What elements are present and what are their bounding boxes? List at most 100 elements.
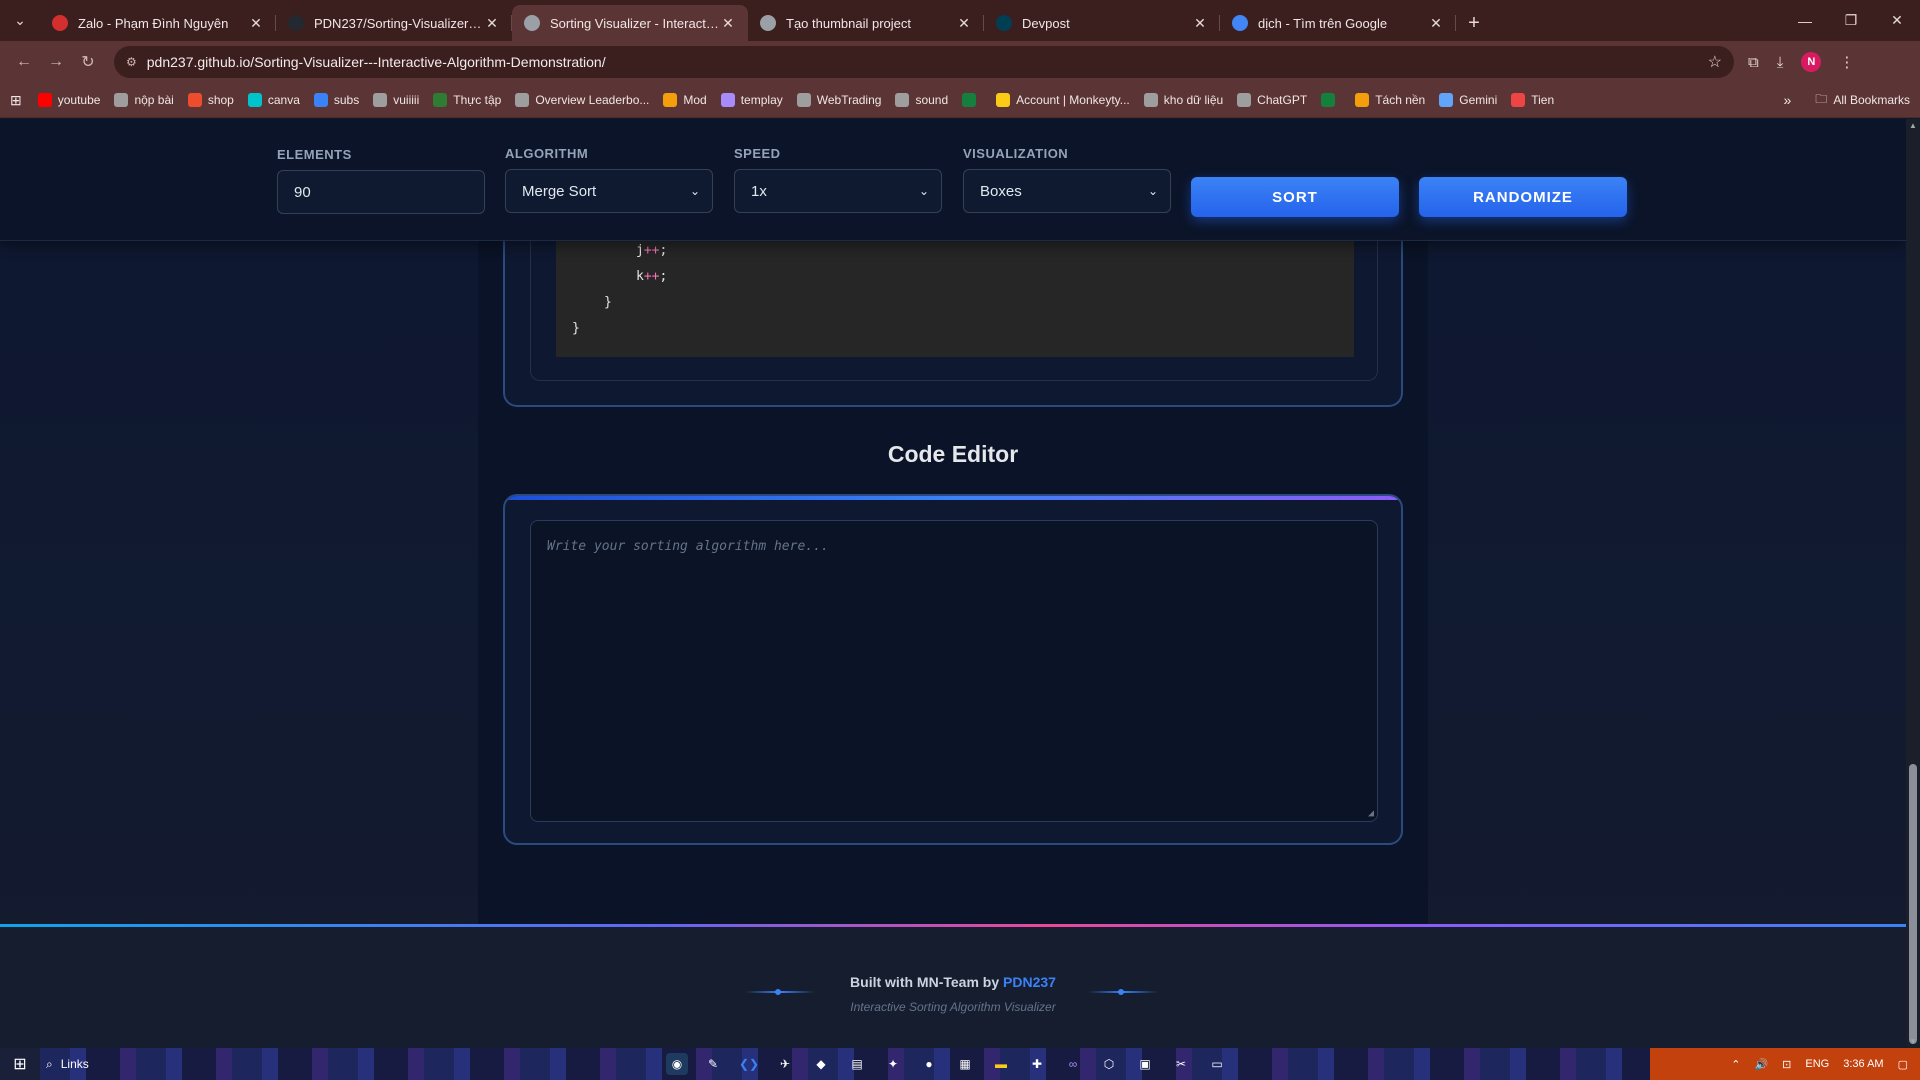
- bookmark-item[interactable]: WebTrading: [796, 93, 881, 107]
- browser-tab[interactable]: PDN237/Sorting-Visualizer---In ✕: [276, 5, 512, 41]
- browser-tab[interactable]: Sorting Visualizer - Interactive A ✕: [512, 5, 748, 41]
- author-link[interactable]: PDN237: [1003, 974, 1056, 990]
- clock[interactable]: 3:36 AM: [1843, 1058, 1883, 1070]
- store-icon[interactable]: ▦: [954, 1053, 976, 1075]
- bookmark-item[interactable]: shop: [187, 93, 234, 107]
- back-icon[interactable]: ←: [8, 46, 40, 78]
- app-icon[interactable]: ✂: [1170, 1053, 1192, 1075]
- extensions-icon[interactable]: ⧉: [1748, 54, 1759, 71]
- tray-chevron-icon[interactable]: ⌃: [1731, 1058, 1740, 1071]
- bookmark-icon: [1143, 93, 1158, 107]
- chrome-icon[interactable]: ◉: [666, 1053, 688, 1075]
- bookmark-item[interactable]: ChatGPT: [1237, 93, 1307, 107]
- scroll-down-icon[interactable]: ▼: [1906, 1037, 1920, 1046]
- address-bar[interactable]: ⚙ pdn237.github.io/Sorting-Visualizer---…: [114, 46, 1734, 78]
- language-indicator[interactable]: ENG: [1805, 1058, 1829, 1070]
- profile-avatar[interactable]: N: [1801, 52, 1822, 72]
- bookmark-item[interactable]: vuiiiii: [373, 93, 419, 107]
- browser-tab[interactable]: Zalo - Phạm Đình Nguyên ✕: [40, 5, 276, 41]
- visual-studio-icon[interactable]: ∞: [1062, 1053, 1084, 1075]
- tab-close-icon[interactable]: ✕: [484, 15, 500, 32]
- page-scrollbar[interactable]: ▲ ▼: [1906, 119, 1920, 1048]
- restore-icon[interactable]: ❐: [1828, 12, 1874, 29]
- browser-tab[interactable]: Devpost ✕: [984, 5, 1220, 41]
- bookmark-item[interactable]: Mod: [663, 93, 707, 107]
- file-explorer-icon[interactable]: ▬: [990, 1053, 1012, 1075]
- taskbar-apps: ◉ ✎ ❮❯ ✈ ◆ ▤ ✦ ● ▦ ▬ ✚ ∞ ⬡ ▣ ✂ ▭: [666, 1053, 1228, 1075]
- all-bookmarks-button[interactable]: 🗀 All Bookmarks: [1815, 90, 1910, 111]
- bookmark-item[interactable]: Tien: [1511, 93, 1554, 107]
- bookmark-item[interactable]: Account | Monkeyty...: [996, 93, 1130, 107]
- bookmark-label: nộp bài: [134, 93, 174, 107]
- bookmark-item[interactable]: templay: [720, 93, 783, 107]
- bookmark-item[interactable]: Thực tập: [433, 93, 501, 107]
- sort-button[interactable]: SORT: [1191, 177, 1399, 217]
- url-text[interactable]: pdn237.github.io/Sorting-Visualizer---In…: [147, 54, 1708, 70]
- app-icon[interactable]: ▤: [846, 1053, 868, 1075]
- tab-close-icon[interactable]: ✕: [1428, 15, 1444, 32]
- speed-select[interactable]: 1x ⌄: [734, 169, 942, 213]
- tab-close-icon[interactable]: ✕: [1192, 15, 1208, 32]
- scroll-up-icon[interactable]: ▲: [1906, 121, 1920, 130]
- network-icon[interactable]: ⊡: [1782, 1058, 1791, 1071]
- code-editor-textarea[interactable]: Write your sorting algorithm here... ◢: [530, 520, 1378, 822]
- visualization-select[interactable]: Boxes ⌄: [963, 169, 1171, 213]
- scrollbar-thumb[interactable]: [1909, 764, 1917, 1044]
- bookmark-item[interactable]: youtube: [37, 93, 100, 107]
- elements-control: ELEMENTS 90: [277, 147, 485, 214]
- app-icon[interactable]: ✚: [1026, 1053, 1048, 1075]
- site-info-icon[interactable]: ⚙: [126, 55, 137, 69]
- bookmark-label: Tách nền: [1375, 93, 1426, 107]
- browser-tab[interactable]: dịch - Tìm trên Google ✕: [1220, 5, 1456, 41]
- new-tab-button[interactable]: +: [1456, 5, 1492, 41]
- bookmark-item[interactable]: nộp bài: [114, 93, 174, 107]
- tab-close-icon[interactable]: ✕: [956, 15, 972, 32]
- tab-title: Sorting Visualizer - Interactive A: [550, 15, 720, 31]
- resize-grip-icon[interactable]: ◢: [1368, 808, 1374, 819]
- app-icon[interactable]: ◆: [810, 1053, 832, 1075]
- volume-icon[interactable]: 🔊: [1754, 1058, 1768, 1071]
- footer-decoration: [745, 989, 815, 995]
- app-icon[interactable]: ✈: [774, 1053, 796, 1075]
- algorithm-select[interactable]: Merge Sort ⌄: [505, 169, 713, 213]
- download-icon[interactable]: ⤓: [1777, 54, 1784, 71]
- bookmark-item[interactable]: sound: [895, 93, 948, 107]
- notification-icon[interactable]: ▢: [1898, 1058, 1908, 1071]
- tab-search-icon[interactable]: ⌄: [0, 0, 40, 41]
- terminal-icon[interactable]: ▭: [1206, 1053, 1228, 1075]
- code-line: }: [604, 295, 612, 310]
- close-window-icon[interactable]: ✕: [1874, 12, 1920, 29]
- minimize-icon[interactable]: —: [1782, 13, 1828, 29]
- bookmark-label: Gemini: [1459, 93, 1498, 107]
- bookmark-icon: [1511, 93, 1526, 107]
- tab-close-icon[interactable]: ✕: [720, 15, 736, 32]
- chevron-down-icon: ⌄: [689, 184, 700, 198]
- tab-title: Tạo thumbnail project: [786, 15, 912, 31]
- bookmark-item[interactable]: Gemini: [1439, 93, 1497, 107]
- bookmark-item[interactable]: canva: [247, 93, 300, 107]
- browser-menu-icon[interactable]: ⋮: [1839, 53, 1854, 71]
- bookmark-item[interactable]: Tách nền: [1355, 93, 1425, 107]
- vscode-icon[interactable]: ❮❯: [738, 1053, 760, 1075]
- app-icon[interactable]: ✦: [882, 1053, 904, 1075]
- forward-icon[interactable]: →: [40, 46, 72, 78]
- bookmark-star-icon[interactable]: ☆: [1708, 52, 1722, 72]
- app-icon[interactable]: ✎: [702, 1053, 724, 1075]
- bookmark-item[interactable]: [962, 93, 982, 107]
- more-bookmarks-icon[interactable]: »: [1784, 92, 1792, 108]
- bookmark-item[interactable]: subs: [313, 93, 359, 107]
- taskbar-search[interactable]: ⌕ Links: [46, 1057, 156, 1072]
- app-icon[interactable]: ●: [918, 1053, 940, 1075]
- reload-icon[interactable]: ↻: [72, 46, 104, 78]
- randomize-button[interactable]: RANDOMIZE: [1419, 177, 1627, 217]
- elements-input[interactable]: 90: [277, 170, 485, 214]
- tab-close-icon[interactable]: ✕: [248, 15, 264, 32]
- bookmark-item[interactable]: Overview Leaderbo...: [515, 93, 649, 107]
- apps-grid-icon[interactable]: ⊞: [10, 92, 22, 109]
- app-icon[interactable]: ⬡: [1098, 1053, 1120, 1075]
- app-icon[interactable]: ▣: [1134, 1053, 1156, 1075]
- windows-start-icon[interactable]: ⊞: [0, 1054, 40, 1074]
- bookmark-item[interactable]: kho dữ liệu: [1143, 93, 1223, 107]
- browser-tab[interactable]: Tạo thumbnail project ✕: [748, 5, 984, 41]
- bookmark-item[interactable]: [1321, 93, 1341, 107]
